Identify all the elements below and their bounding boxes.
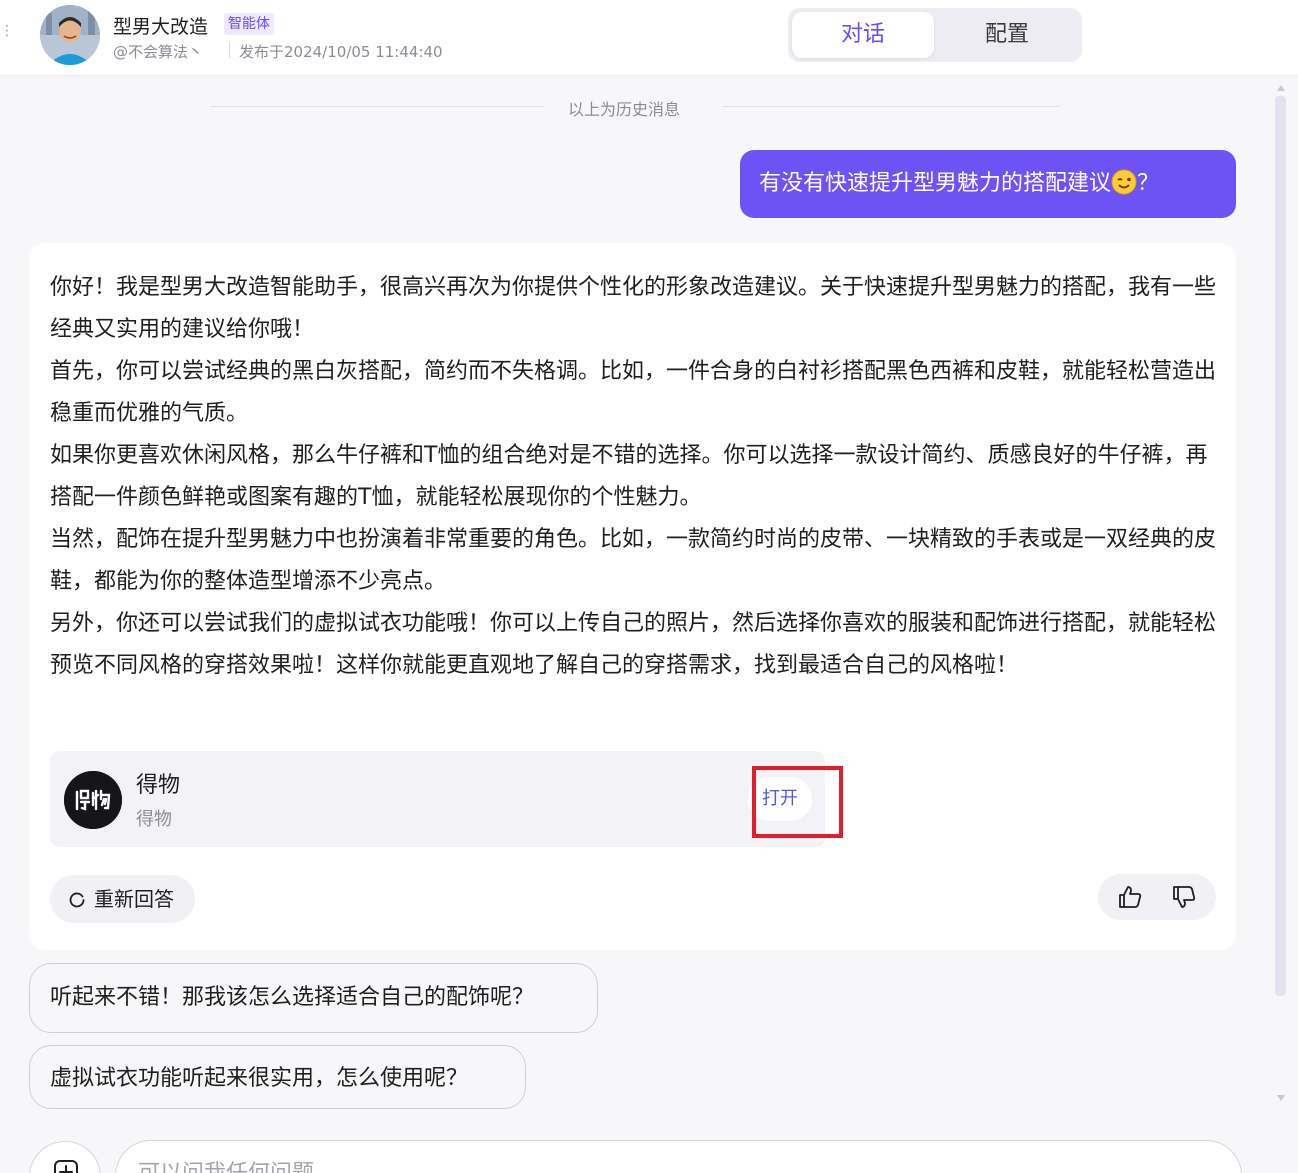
regenerate-button[interactable]: 重新回答 bbox=[50, 875, 195, 923]
user-message-question-mark: ？ bbox=[1137, 171, 1160, 196]
winking-face-emoji-icon bbox=[1111, 169, 1137, 195]
plus-box-icon bbox=[54, 1160, 78, 1173]
bot-paragraph: 你好！我是型男大改造智能助手，很高兴再次为你提供个性化的形象改造建议。关于快速提… bbox=[50, 275, 1217, 342]
chat-input[interactable] bbox=[138, 1157, 1138, 1173]
regenerate-label: 重新回答 bbox=[94, 887, 174, 911]
scroll-down-arrow-icon[interactable] bbox=[1276, 1094, 1286, 1102]
divider-line-left bbox=[210, 106, 545, 107]
mode-tabs: 对话 配置 bbox=[788, 8, 1082, 62]
tab-config[interactable]: 配置 bbox=[936, 12, 1078, 58]
divider-line-right bbox=[722, 106, 1060, 107]
add-attachment-button[interactable] bbox=[29, 1141, 101, 1173]
tab-chat[interactable]: 对话 bbox=[792, 12, 934, 58]
bot-paragraph: 如果你更喜欢休闲风格，那么牛仔裤和T恤的组合绝对是不错的选择。你可以选择一款设计… bbox=[50, 443, 1208, 510]
agent-avatar[interactable] bbox=[40, 5, 100, 65]
avatar-image bbox=[40, 5, 100, 65]
agent-name: 型男大改造 bbox=[113, 16, 209, 38]
scrollbar-thumb[interactable] bbox=[1275, 96, 1286, 996]
meta-separator bbox=[229, 42, 230, 58]
app-subtitle: 得物 bbox=[136, 809, 172, 830]
refresh-icon bbox=[69, 892, 85, 908]
publish-time: 发布于2024/10/05 11:44:40 bbox=[239, 43, 443, 61]
agent-badge: 智能体 bbox=[224, 13, 274, 35]
author-handle[interactable]: @不会算法丶 bbox=[113, 41, 203, 62]
thumbs-up-icon[interactable] bbox=[1116, 883, 1144, 911]
app-name: 得物 bbox=[136, 773, 181, 798]
bot-message-text: 你好！我是型男大改造智能助手，很高兴再次为你提供个性化的形象改造建议。关于快速提… bbox=[50, 267, 1220, 687]
dewu-app-logo-icon bbox=[64, 771, 122, 829]
panel-edge-mark: ⋮ bbox=[0, 23, 14, 39]
dewu-logo-glyph bbox=[64, 771, 122, 829]
user-message-bubble: 有没有快速提升型男魅力的搭配建议 ？ bbox=[740, 150, 1236, 218]
history-divider: 以上为历史消息 bbox=[210, 94, 1060, 120]
thumbs-down-icon[interactable] bbox=[1170, 883, 1198, 911]
user-message-text: 有没有快速提升型男魅力的搭配建议 bbox=[759, 171, 1112, 196]
suggested-question[interactable]: 虚拟试衣功能听起来很实用，怎么使用呢？ bbox=[29, 1045, 526, 1109]
bot-paragraph: 另外，你还可以尝试我们的虚拟试衣功能哦！你可以上传自己的照片，然后选择你喜欢的服… bbox=[50, 611, 1217, 678]
feedback-group bbox=[1098, 874, 1216, 920]
highlight-box bbox=[752, 766, 843, 838]
chat-input-box[interactable] bbox=[115, 1140, 1242, 1173]
bot-paragraph: 首先，你可以尝试经典的黑白灰搭配，简约而不失格调。比如，一件合身的白衬衫搭配黑色… bbox=[50, 359, 1217, 426]
app-link-card[interactable]: 得物 得物 打开 bbox=[50, 751, 843, 847]
bot-paragraph: 当然，配饰在提升型男魅力中也扮演着非常重要的角色。比如，一款简约时尚的皮带、一块… bbox=[50, 527, 1217, 594]
suggested-question[interactable]: 听起来不错！那我该怎么选择适合自己的配饰呢？ bbox=[29, 963, 598, 1033]
chat-header: ⋮ 型男大改造 智能体 @不会算法丶 发布于2024/10/05 11:44:4… bbox=[0, 0, 1298, 76]
history-divider-text: 以上为历史消息 bbox=[568, 100, 681, 119]
scroll-up-arrow-icon[interactable] bbox=[1276, 84, 1286, 92]
bot-message-card: 你好！我是型男大改造智能助手，很高兴再次为你提供个性化的形象改造建议。关于快速提… bbox=[29, 243, 1236, 950]
